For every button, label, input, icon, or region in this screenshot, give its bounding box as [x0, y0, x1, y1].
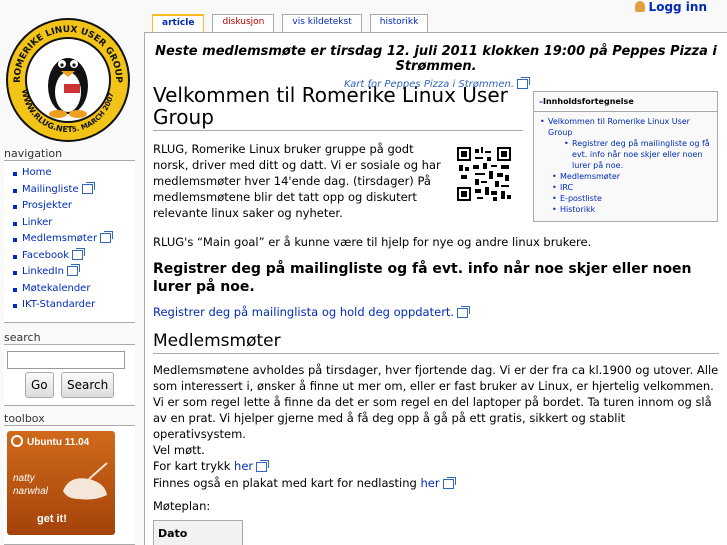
nav-item-medlemsmoter[interactable]: Medlemsmøter: [10, 231, 135, 248]
nav-item-mailingliste[interactable]: Mailingliste: [10, 182, 135, 199]
map-line: For kart trykk her: [153, 458, 267, 474]
site-notice: Neste medlemsmøte er tirsdag 12. juli 20…: [145, 33, 727, 90]
toc-item[interactable]: Historikk: [540, 204, 711, 215]
qr-code[interactable]: [457, 147, 511, 201]
search-button[interactable]: Search: [61, 372, 115, 398]
meeting-table-header: Dato: [153, 520, 243, 545]
ubuntu-logo-icon: [11, 435, 23, 447]
main-goal-text: RLUG's “Main goal” er å kunne være til h…: [153, 235, 592, 249]
welcome-text: Vel møtt.: [153, 443, 205, 457]
tab-view-source[interactable]: vis kildetekst: [282, 14, 362, 32]
map-link[interactable]: her: [234, 459, 267, 473]
toolbox-title: toolbox: [4, 412, 45, 425]
tab-discussion[interactable]: diskusjon: [212, 14, 275, 32]
tab-article[interactable]: article: [152, 14, 205, 32]
content-area: Neste medlemsmøte er tirsdag 12. juli 20…: [144, 32, 727, 545]
page-tabs: article diskusjon vis kildetekst histori…: [152, 14, 436, 32]
search-input[interactable]: [7, 351, 125, 369]
toc-item[interactable]: Velkommen til Romerike Linux User Group: [540, 116, 711, 138]
nav-item-linker[interactable]: Linker: [10, 215, 135, 232]
register-heading: Registrer deg på mailingliste og få evt.…: [153, 261, 692, 295]
poster-link[interactable]: her: [420, 476, 453, 490]
notice-text: Neste medlemsmøte er tirsdag 12. juli 20…: [155, 44, 717, 74]
banner-line2: narwhal: [13, 486, 49, 497]
nav-item-prosjekter[interactable]: Prosjekter: [10, 198, 135, 215]
toc-header: –Innholdsfortegnelse: [534, 92, 717, 112]
table-of-contents: –Innholdsfortegnelse Velkommen til Romer…: [533, 91, 718, 222]
narwhal-icon: [63, 462, 108, 500]
nav-item-linkedin[interactable]: LinkedIn: [10, 264, 135, 281]
banner-line1: natty: [13, 473, 35, 484]
toc-item[interactable]: Registrer deg på mailingliste og få evt.…: [540, 138, 711, 171]
banner-title: Ubuntu 11.04: [27, 437, 90, 448]
nav-item-ikt-standarder[interactable]: IKT-Standarder: [10, 297, 135, 314]
register-link[interactable]: Registrer deg på mailinglista og hold de…: [153, 305, 468, 319]
toc-item[interactable]: IRC: [540, 182, 711, 193]
navigation-portlet: Home Mailingliste Prosjekter Linker Medl…: [4, 160, 135, 323]
banner-cta: get it!: [37, 513, 67, 525]
site-logo[interactable]: ROMERIKE LINUX USER GROUP WWW.RLUG.NET 5…: [4, 16, 132, 144]
search-title: search: [4, 331, 41, 344]
login-link[interactable]: Logg inn: [634, 0, 707, 14]
nav-item-home[interactable]: Home: [10, 165, 135, 182]
toc-title: Innholdsfortegnelse: [543, 97, 634, 106]
meetings-heading: Medlemsmøter: [153, 331, 719, 354]
meeting-plan-label: Møteplan:: [153, 499, 211, 513]
intro-paragraph: RLUG, Romerike Linux bruker gruppe på go…: [153, 142, 441, 220]
go-button[interactable]: Go: [25, 372, 54, 398]
meetings-description: Medlemsmøtene avholdes på tirsdager, hve…: [153, 363, 719, 441]
tab-history[interactable]: historikk: [369, 14, 429, 32]
toc-item[interactable]: E-postliste: [540, 193, 711, 204]
toc-item[interactable]: Medlemsmøter: [540, 171, 711, 182]
navigation-title: navigation: [4, 147, 63, 160]
nav-item-facebook[interactable]: Facebook: [10, 248, 135, 265]
ubuntu-banner[interactable]: Ubuntu 11.04 natty narwhal get it!: [7, 431, 115, 535]
user-icon: [634, 1, 645, 12]
nav-item-motekalender[interactable]: Møtekalender: [10, 281, 135, 298]
page-title: Velkommen til Romerike Linux User Group: [153, 84, 523, 131]
poster-line: Finnes også en plakat med kart for nedla…: [153, 475, 454, 491]
